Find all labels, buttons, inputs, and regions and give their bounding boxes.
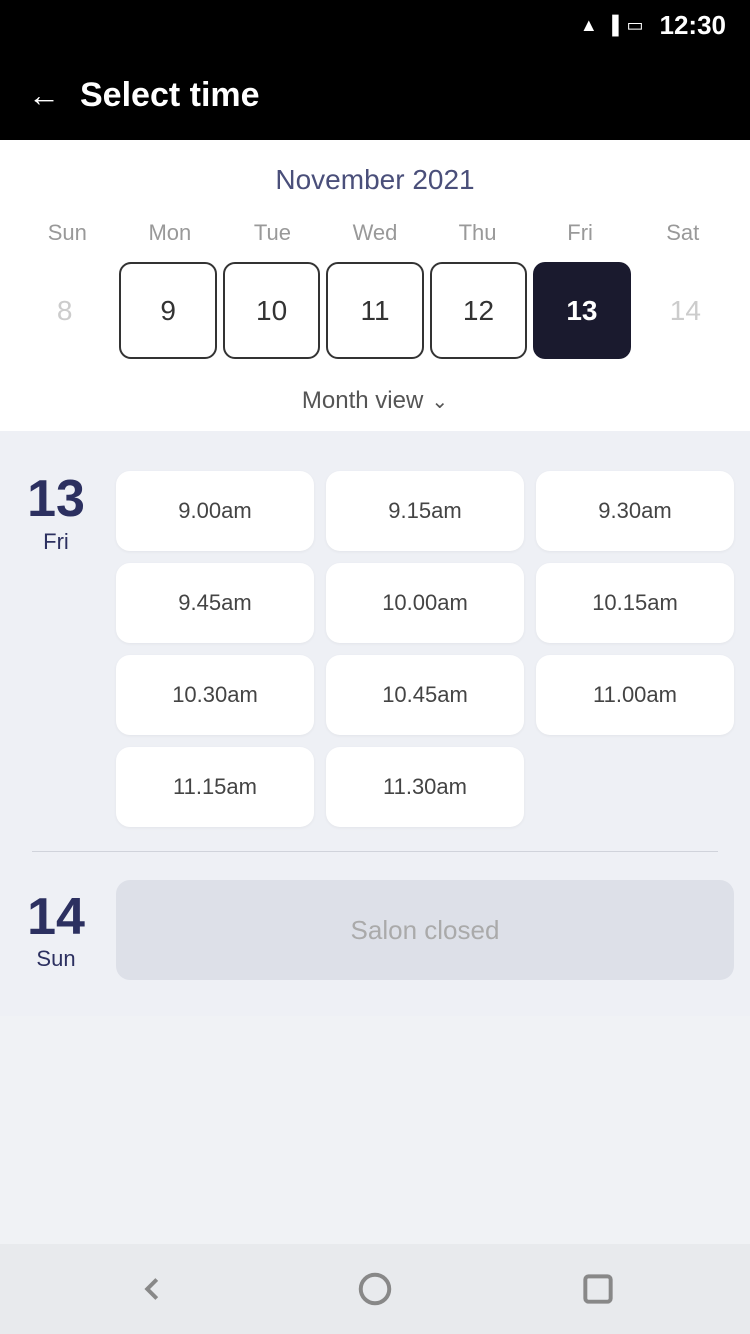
signal-icon: ▐ <box>606 15 619 36</box>
day-headers: Sun Mon Tue Wed Thu Fri Sat <box>16 216 734 250</box>
day-header-sun: Sun <box>16 216 119 250</box>
time-slot-1015[interactable]: 10.15am <box>536 563 734 643</box>
day-label-14: 14 Sun <box>16 889 96 972</box>
time-grid-13: 9.00am 9.15am 9.30am 9.45am 10.00am 10.1… <box>116 471 734 827</box>
salon-closed-label: Salon closed <box>116 880 734 980</box>
time-slot-930[interactable]: 9.30am <box>536 471 734 551</box>
page-title: Select time <box>80 76 260 115</box>
section-divider <box>32 851 718 852</box>
day-name-13: Fri <box>16 529 96 555</box>
day-header-wed: Wed <box>324 216 427 250</box>
day-cell-10[interactable]: 10 <box>223 262 320 359</box>
header: ← Select time <box>0 50 750 140</box>
month-view-toggle[interactable]: Month view ⌄ <box>16 375 734 431</box>
day-cell-9[interactable]: 9 <box>119 262 216 359</box>
status-bar: ▲ ▐ ▭ 12:30 <box>0 0 750 50</box>
day-header-thu: Thu <box>426 216 529 250</box>
day-cell-8[interactable]: 8 <box>16 262 113 359</box>
day-header-sat: Sat <box>631 216 734 250</box>
nav-recents-icon <box>579 1270 617 1308</box>
day-number-13: 13 <box>16 471 96 528</box>
calendar-section: November 2021 Sun Mon Tue Wed Thu Fri Sa… <box>0 140 750 431</box>
battery-icon: ▭ <box>626 15 643 36</box>
day-block-13: 13 Fri 9.00am 9.15am 9.30am 9.45am 10.00… <box>16 447 734 847</box>
status-icons: ▲ ▐ ▭ 12:30 <box>580 10 726 41</box>
day-cell-13[interactable]: 13 <box>533 262 630 359</box>
month-year-label: November 2021 <box>16 164 734 196</box>
time-slot-945[interactable]: 9.45am <box>116 563 314 643</box>
time-slot-915[interactable]: 9.15am <box>326 471 524 551</box>
time-slot-900[interactable]: 9.00am <box>116 471 314 551</box>
day-label-13: 13 Fri <box>16 471 96 554</box>
day-header-mon: Mon <box>119 216 222 250</box>
wifi-icon: ▲ <box>580 15 598 36</box>
nav-recents-button[interactable] <box>573 1264 623 1314</box>
nav-home-button[interactable] <box>350 1264 400 1314</box>
nav-home-icon <box>356 1270 394 1308</box>
day-block-14: 14 Sun Salon closed <box>16 856 734 1000</box>
slots-section: 13 Fri 9.00am 9.15am 9.30am 9.45am 10.00… <box>0 431 750 1016</box>
day-cell-11[interactable]: 11 <box>326 262 423 359</box>
time-slot-1000[interactable]: 10.00am <box>326 563 524 643</box>
day-header-fri: Fri <box>529 216 632 250</box>
day-number-14: 14 <box>16 889 96 946</box>
chevron-down-icon: ⌄ <box>431 389 448 414</box>
nav-back-button[interactable] <box>127 1264 177 1314</box>
day-header-tue: Tue <box>221 216 324 250</box>
back-button[interactable]: ← <box>28 79 60 111</box>
time-slot-1100[interactable]: 11.00am <box>536 655 734 735</box>
status-time: 12:30 <box>660 10 727 41</box>
time-slot-1130[interactable]: 11.30am <box>326 747 524 827</box>
time-slot-1115[interactable]: 11.15am <box>116 747 314 827</box>
time-slot-1030[interactable]: 10.30am <box>116 655 314 735</box>
week-row: 8 9 10 11 12 13 14 <box>16 258 734 375</box>
nav-back-icon <box>133 1270 171 1308</box>
time-slot-1045[interactable]: 10.45am <box>326 655 524 735</box>
day-cell-14[interactable]: 14 <box>637 262 734 359</box>
day-cell-12[interactable]: 12 <box>430 262 527 359</box>
nav-bar <box>0 1244 750 1334</box>
day-name-14: Sun <box>16 946 96 972</box>
month-view-label: Month view <box>302 387 423 415</box>
